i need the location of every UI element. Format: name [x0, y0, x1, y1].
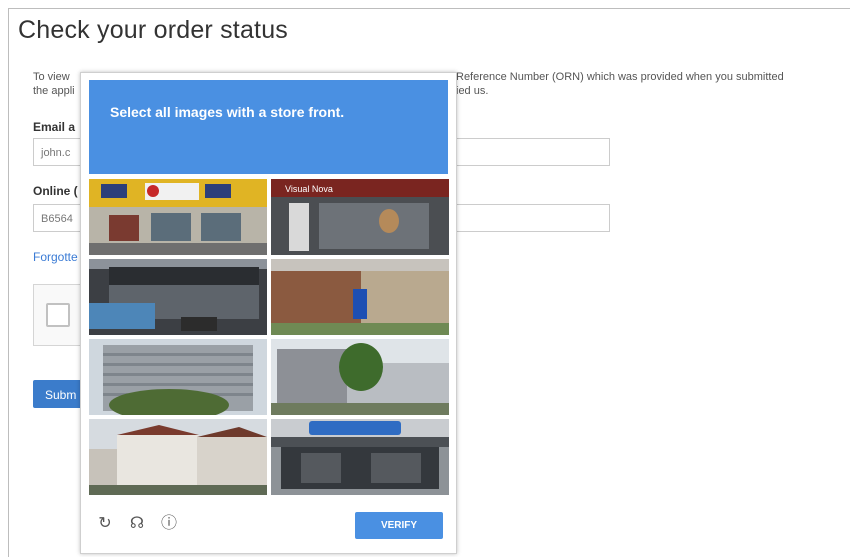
page-title: Check your order status — [18, 16, 288, 44]
captcha-prompt-target: store front — [270, 104, 341, 120]
tile2-sign-text: Visual Nova — [285, 184, 333, 194]
verify-button[interactable]: VERIFY — [355, 512, 443, 539]
captcha-tile-4[interactable] — [271, 259, 449, 335]
captcha-tile-1[interactable] — [89, 179, 267, 255]
reload-icon[interactable]: ↻ — [95, 514, 115, 534]
captcha-tile-7[interactable] — [89, 419, 267, 495]
intro-right-line-2: ied us. — [456, 85, 489, 97]
captcha-prompt: Select all images with a store front. — [110, 104, 344, 120]
captcha-prompt-prefix: Select all images with a — [110, 104, 271, 120]
captcha-tile-3[interactable] — [89, 259, 267, 335]
captcha-header: Select all images with a store front. — [89, 80, 448, 174]
audio-icon[interactable]: ☊ — [127, 514, 147, 534]
email-label: Email a — [33, 120, 76, 134]
intro-text-right: Reference Number (ORN) which was provide… — [456, 70, 784, 98]
captcha-tile-5[interactable] — [89, 339, 267, 415]
orn-label: Online ( — [33, 184, 78, 198]
captcha-image-grid: Visual Nova — [89, 179, 450, 497]
captcha-tile-2[interactable]: Visual Nova — [271, 179, 449, 255]
forgot-link[interactable]: Forgotte — [33, 250, 78, 264]
captcha-tile-8[interactable] — [271, 419, 449, 495]
email-value: john.c — [41, 147, 71, 159]
info-icon[interactable]: ⓘ — [159, 514, 179, 534]
captcha-tile-6[interactable] — [271, 339, 449, 415]
recaptcha-checkbox[interactable] — [46, 303, 70, 327]
intro-right-line-1: Reference Number (ORN) which was provide… — [456, 71, 784, 83]
captcha-footer: ↻ ☊ ⓘ VERIFY — [89, 505, 448, 547]
captcha-prompt-suffix: . — [340, 104, 345, 120]
orn-value: B6564 — [41, 213, 73, 225]
captcha-challenge: Select all images with a store front. Vi… — [80, 72, 457, 554]
